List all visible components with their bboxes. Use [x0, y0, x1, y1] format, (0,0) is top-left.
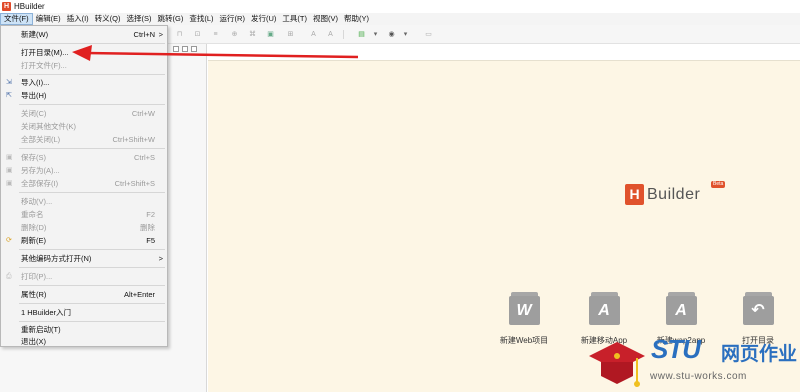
watermark: STU 网页作业 www.stu-works.com [585, 332, 800, 392]
watermark-url: www.stu-works.com [650, 371, 747, 382]
annotation-arrow-shaft [85, 51, 359, 59]
graduation-cap-icon [589, 342, 645, 387]
watermark-stu: STU [651, 334, 701, 364]
watermark-title: 网页作业 [721, 344, 798, 365]
annotation-arrow-head [72, 45, 92, 61]
